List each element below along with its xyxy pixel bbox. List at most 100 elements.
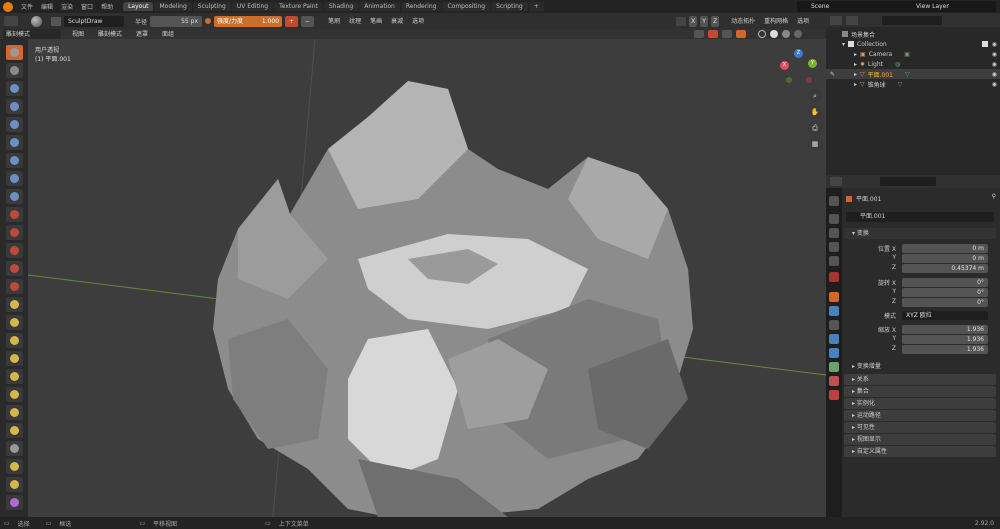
nudge-tool[interactable] <box>6 405 23 420</box>
outliner-item-cone-sphere[interactable]: ▸ ▽ 锥角球 ▽ ◉ <box>826 79 1000 89</box>
collections-section[interactable]: ▸ 集合 <box>844 386 996 397</box>
symmetry-y-button[interactable]: Y <box>700 15 708 27</box>
particles-tab-icon[interactable] <box>829 320 839 330</box>
properties-type-icon[interactable] <box>830 177 842 186</box>
subtract-direction-button[interactable]: − <box>301 15 315 27</box>
menu-edit[interactable]: 编辑 <box>37 2 57 11</box>
tab-animation[interactable]: Animation <box>359 2 400 11</box>
scale-y-field[interactable]: 1.936 <box>902 335 988 344</box>
viewport-display-section[interactable]: ▸ 视图显示 <box>844 434 996 445</box>
output-tab-icon[interactable] <box>829 228 839 238</box>
relations-section[interactable]: ▸ 关系 <box>844 374 996 385</box>
properties-search-input[interactable] <box>880 177 936 186</box>
scene-collection-row[interactable]: 场景集合 <box>826 29 1000 39</box>
gizmo-neg-x[interactable] <box>806 77 812 83</box>
tab-shading[interactable]: Shading <box>323 2 359 11</box>
expand-arrow-icon[interactable]: ▸ <box>854 81 857 88</box>
modifier-tab-icon[interactable] <box>829 306 839 316</box>
location-z-field[interactable]: 0.45374 m <box>902 264 988 273</box>
boundary-tool[interactable] <box>6 459 23 474</box>
sculpt-mesh[interactable] <box>213 81 693 517</box>
dyntopo-dropdown[interactable]: 动态拓扑 <box>728 16 758 27</box>
3d-viewport[interactable]: 用户透视 (1) 平面.001 Z X Y ⌕ ✋ ⎙ ▦ <box>28 39 826 517</box>
texture-dropdown[interactable]: 纹理 <box>346 16 364 27</box>
transform-section-header[interactable]: ▾ 变换 <box>844 228 996 239</box>
brush-dropdown[interactable]: 笔刷 <box>325 16 343 27</box>
outliner-item-light[interactable]: ▸ ✹ Light ◍ ◉ <box>826 59 1000 69</box>
cursor-dropdown[interactable]: 选项 <box>409 16 427 27</box>
visibility-eye-icon[interactable]: ◉ <box>992 41 997 48</box>
pressure-icon[interactable] <box>205 18 212 24</box>
inflate-tool[interactable] <box>6 153 23 168</box>
tab-compositing[interactable]: Compositing <box>442 2 491 11</box>
overlay-icon[interactable] <box>694 30 704 38</box>
outliner-search-input[interactable] <box>882 15 942 25</box>
grab-tool[interactable] <box>6 315 23 330</box>
smooth-tool[interactable] <box>6 207 23 222</box>
brush-browse-icon[interactable] <box>51 16 61 26</box>
clay-strips-tool[interactable] <box>6 99 23 114</box>
pose-tool[interactable] <box>6 387 23 402</box>
thumb-tool[interactable] <box>6 369 23 384</box>
falloff-dropdown[interactable]: 衰减 <box>388 16 406 27</box>
radius-field[interactable]: 55 px <box>150 15 203 27</box>
draw-sharp-tool[interactable] <box>6 63 23 78</box>
menu-file[interactable]: 文件 <box>17 2 37 11</box>
material-shading-icon[interactable] <box>782 30 790 38</box>
symmetry-x-button[interactable]: X <box>689 15 698 27</box>
material-tab-icon[interactable] <box>829 376 839 386</box>
view-layer-selector[interactable]: View Layer <box>902 1 996 12</box>
rotation-x-field[interactable]: 0° <box>902 278 988 287</box>
custom-properties-section[interactable]: ▸ 自定义属性 <box>844 446 996 457</box>
grid-view-icon[interactable]: ▦ <box>808 137 822 151</box>
location-x-field[interactable]: 0 m <box>902 244 988 253</box>
solid-shading-icon[interactable] <box>770 30 778 38</box>
visibility-eye-icon[interactable]: ◉ <box>992 51 997 58</box>
elastic-deform-tool[interactable] <box>6 333 23 348</box>
gizmo-x-axis[interactable]: X <box>780 61 789 70</box>
expand-arrow-icon[interactable]: ▾ <box>842 41 845 48</box>
rotation-z-field[interactable]: 0° <box>902 298 988 307</box>
edit-pencil-icon[interactable]: ✎ <box>830 71 835 78</box>
tab-sculpting[interactable]: Sculpting <box>192 2 231 11</box>
outliner-item-plane[interactable]: ✎ ▸ ▽ 平面.001 ▽ ◉ <box>826 69 1000 79</box>
texture-tab-icon[interactable] <box>829 390 839 400</box>
scale-z-field[interactable]: 1.936 <box>902 345 988 354</box>
mode-selector[interactable]: 雕刻模式 <box>3 28 61 40</box>
crease-tool[interactable] <box>6 189 23 204</box>
rotate-tool[interactable] <box>6 423 23 438</box>
slide-relax-tool[interactable] <box>6 441 23 456</box>
visibility-section[interactable]: ▸ 可见性 <box>844 422 996 433</box>
layer-tool[interactable] <box>6 135 23 150</box>
outliner-item-camera[interactable]: ▸ ▣ Camera ▣ ◉ <box>826 49 1000 59</box>
outliner-type-icon[interactable] <box>830 15 842 25</box>
visibility-eye-icon[interactable]: ◉ <box>992 81 997 88</box>
remesh-dropdown[interactable]: 重构网格 <box>761 16 791 27</box>
tab-modeling[interactable]: Modeling <box>154 2 192 11</box>
menu-window[interactable]: 窗口 <box>77 2 97 11</box>
blender-logo-icon[interactable] <box>3 1 13 12</box>
data-tab-icon[interactable] <box>829 362 839 372</box>
tab-rendering[interactable]: Rendering <box>400 2 442 11</box>
symmetry-z-button[interactable]: Z <box>710 15 720 27</box>
rotation-y-field[interactable]: 0° <box>902 288 988 297</box>
viewport-gizmo-icon[interactable] <box>722 30 732 38</box>
menu-face-sets[interactable]: 面组 <box>159 29 177 40</box>
editor-type-icon[interactable] <box>4 16 18 26</box>
overlays-toggle-icon[interactable] <box>736 30 746 38</box>
menu-help[interactable]: 帮助 <box>97 2 117 11</box>
simplify-tool[interactable] <box>6 495 23 510</box>
physics-tab-icon[interactable] <box>829 334 839 344</box>
menu-view[interactable]: 视图 <box>69 29 87 40</box>
menu-sculpt[interactable]: 雕刻模式 <box>95 29 125 40</box>
fill-tool[interactable] <box>6 243 23 258</box>
pinch-tool[interactable] <box>6 297 23 312</box>
stroke-dropdown[interactable]: 笔画 <box>367 16 385 27</box>
wireframe-shading-icon[interactable] <box>758 30 766 38</box>
scene-tab-icon[interactable] <box>829 256 839 266</box>
menu-render[interactable]: 渲染 <box>57 2 77 11</box>
filter-icon[interactable] <box>846 15 858 25</box>
gizmo-neg-y[interactable] <box>786 77 792 83</box>
render-tab-icon[interactable] <box>829 214 839 224</box>
pin-icon[interactable]: ⚲ <box>992 193 996 200</box>
